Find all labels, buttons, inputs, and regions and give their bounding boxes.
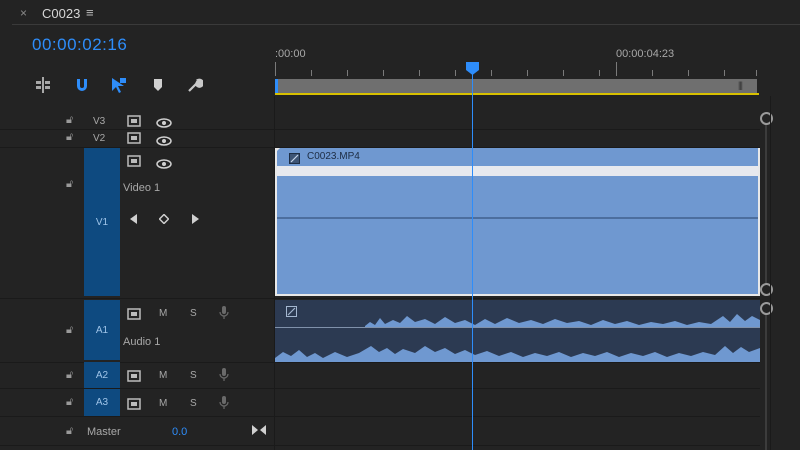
ruler-minor-tick xyxy=(347,70,348,76)
track-target-a1[interactable]: A1 xyxy=(84,300,120,360)
playhead-handle-icon[interactable] xyxy=(466,62,479,75)
audio-clip[interactable] xyxy=(275,300,760,362)
ruler-minor-tick xyxy=(688,70,689,76)
clip-start-corner xyxy=(275,148,280,153)
audio-scrollbar-handle[interactable] xyxy=(760,302,773,315)
master-volume-value[interactable]: 0.0 xyxy=(172,426,187,438)
ruler-start-label: :00:00 xyxy=(275,48,306,60)
timeline-right-border xyxy=(770,96,771,450)
opacity-rubberband[interactable] xyxy=(277,217,758,219)
mute-button[interactable]: M xyxy=(159,370,167,381)
ruler-minor-tick xyxy=(599,70,600,76)
playhead-line[interactable] xyxy=(472,62,473,450)
playhead-timecode[interactable]: 00:00:02:16 xyxy=(32,35,127,55)
sync-lock-icon[interactable] xyxy=(127,131,141,149)
ruler-minor-tick xyxy=(383,70,384,76)
next-keyframe-icon[interactable] xyxy=(191,211,199,229)
solo-button[interactable]: S xyxy=(190,308,197,319)
linked-selection-icon[interactable] xyxy=(109,76,129,94)
wrench-settings-icon[interactable] xyxy=(185,76,205,94)
scrollbar-rail xyxy=(765,118,767,288)
track-target-a2[interactable]: A2 xyxy=(84,362,120,388)
work-area-bar[interactable] xyxy=(275,79,757,93)
track-row-a2: 🔓︎ A2 M S xyxy=(0,362,760,389)
audio-scrollbar-rail xyxy=(765,302,767,450)
sync-lock-icon[interactable] xyxy=(127,307,141,325)
scrollbar-handle-top[interactable] xyxy=(760,112,773,125)
track-label-a2: A2 xyxy=(95,369,109,381)
add-keyframe-icon[interactable] xyxy=(158,211,170,229)
ruler-major-tick xyxy=(616,62,617,76)
track-label-a3: A3 xyxy=(95,397,109,408)
go-to-in-out-icon[interactable] xyxy=(252,423,266,441)
lock-icon[interactable]: 🔓︎ xyxy=(66,178,73,191)
sequence-tab-bar: × C0023 ≡ xyxy=(0,0,800,26)
track-target-a3[interactable]: A3 xyxy=(84,389,120,416)
track-row-v3: 🔓︎ V3 xyxy=(0,113,760,130)
ruler-minor-tick xyxy=(527,70,528,76)
track-label-v3[interactable]: V3 xyxy=(93,116,105,127)
ruler-minor-tick xyxy=(419,70,420,76)
close-tab-icon[interactable]: × xyxy=(20,6,27,20)
eye-icon[interactable] xyxy=(156,156,172,174)
sync-lock-icon[interactable] xyxy=(127,397,141,415)
track-name-v1[interactable]: Video 1 xyxy=(123,182,160,194)
master-track-label: Master xyxy=(87,426,121,438)
scrollbar-handle-bottom[interactable] xyxy=(760,283,773,296)
microphone-icon[interactable] xyxy=(219,396,229,415)
track-target-v1[interactable]: V1 xyxy=(84,148,120,296)
work-area-indicator xyxy=(275,93,759,95)
sync-lock-icon[interactable] xyxy=(127,369,141,387)
video-clip[interactable]: C0023.MP4 xyxy=(275,148,760,296)
ruler-end-label: 00:00:04:23 xyxy=(616,48,675,60)
lock-icon[interactable]: 🔓︎ xyxy=(66,425,73,438)
track-row-v2: 🔓︎ V2 xyxy=(0,130,760,148)
track-row-a3: 🔓︎ A3 M S xyxy=(0,389,760,417)
track-row-master: 🔓︎ Master 0.0 xyxy=(0,417,760,446)
mute-button[interactable]: M xyxy=(159,308,167,319)
work-area-grip-icon[interactable]: ||| xyxy=(738,80,743,90)
track-label-a1: A1 xyxy=(95,324,109,336)
tab-divider xyxy=(12,24,800,25)
lock-icon[interactable]: 🔓︎ xyxy=(66,114,73,127)
ruler-major-tick xyxy=(275,62,276,76)
ruler-minor-tick xyxy=(724,70,725,76)
lock-icon[interactable]: 🔓︎ xyxy=(66,369,73,382)
audio-waveform xyxy=(275,314,760,362)
solo-button[interactable]: S xyxy=(190,370,197,381)
video-clip-name: C0023.MP4 xyxy=(307,151,360,162)
clip-title-band xyxy=(277,166,758,176)
ruler-minor-tick xyxy=(652,70,653,76)
lock-icon[interactable]: 🔓︎ xyxy=(66,324,73,337)
ruler-minor-tick xyxy=(311,70,312,76)
add-marker-icon[interactable] xyxy=(148,76,168,94)
solo-button[interactable]: S xyxy=(190,398,197,409)
insert-overwrite-icon[interactable] xyxy=(33,76,53,94)
lock-icon[interactable]: 🔓︎ xyxy=(66,131,73,144)
sequence-tab-title[interactable]: C0023 xyxy=(42,6,80,21)
sync-lock-icon[interactable] xyxy=(127,154,141,172)
snap-magnet-icon[interactable] xyxy=(72,76,92,94)
ruler-minor-tick xyxy=(491,70,492,76)
previous-keyframe-icon[interactable] xyxy=(130,211,138,229)
track-label-v2[interactable]: V2 xyxy=(93,133,105,144)
ruler-minor-tick xyxy=(756,70,757,76)
ruler-minor-tick xyxy=(455,70,456,76)
microphone-icon[interactable] xyxy=(219,306,229,325)
panel-menu-icon[interactable]: ≡ xyxy=(86,5,94,20)
mute-button[interactable]: M xyxy=(159,398,167,409)
track-name-a1[interactable]: Audio 1 xyxy=(123,336,160,348)
lock-icon[interactable]: 🔓︎ xyxy=(66,396,73,409)
track-label-v1: V1 xyxy=(95,216,109,228)
microphone-icon[interactable] xyxy=(219,368,229,387)
ruler-minor-tick xyxy=(563,70,564,76)
in-point-marker xyxy=(275,79,278,93)
